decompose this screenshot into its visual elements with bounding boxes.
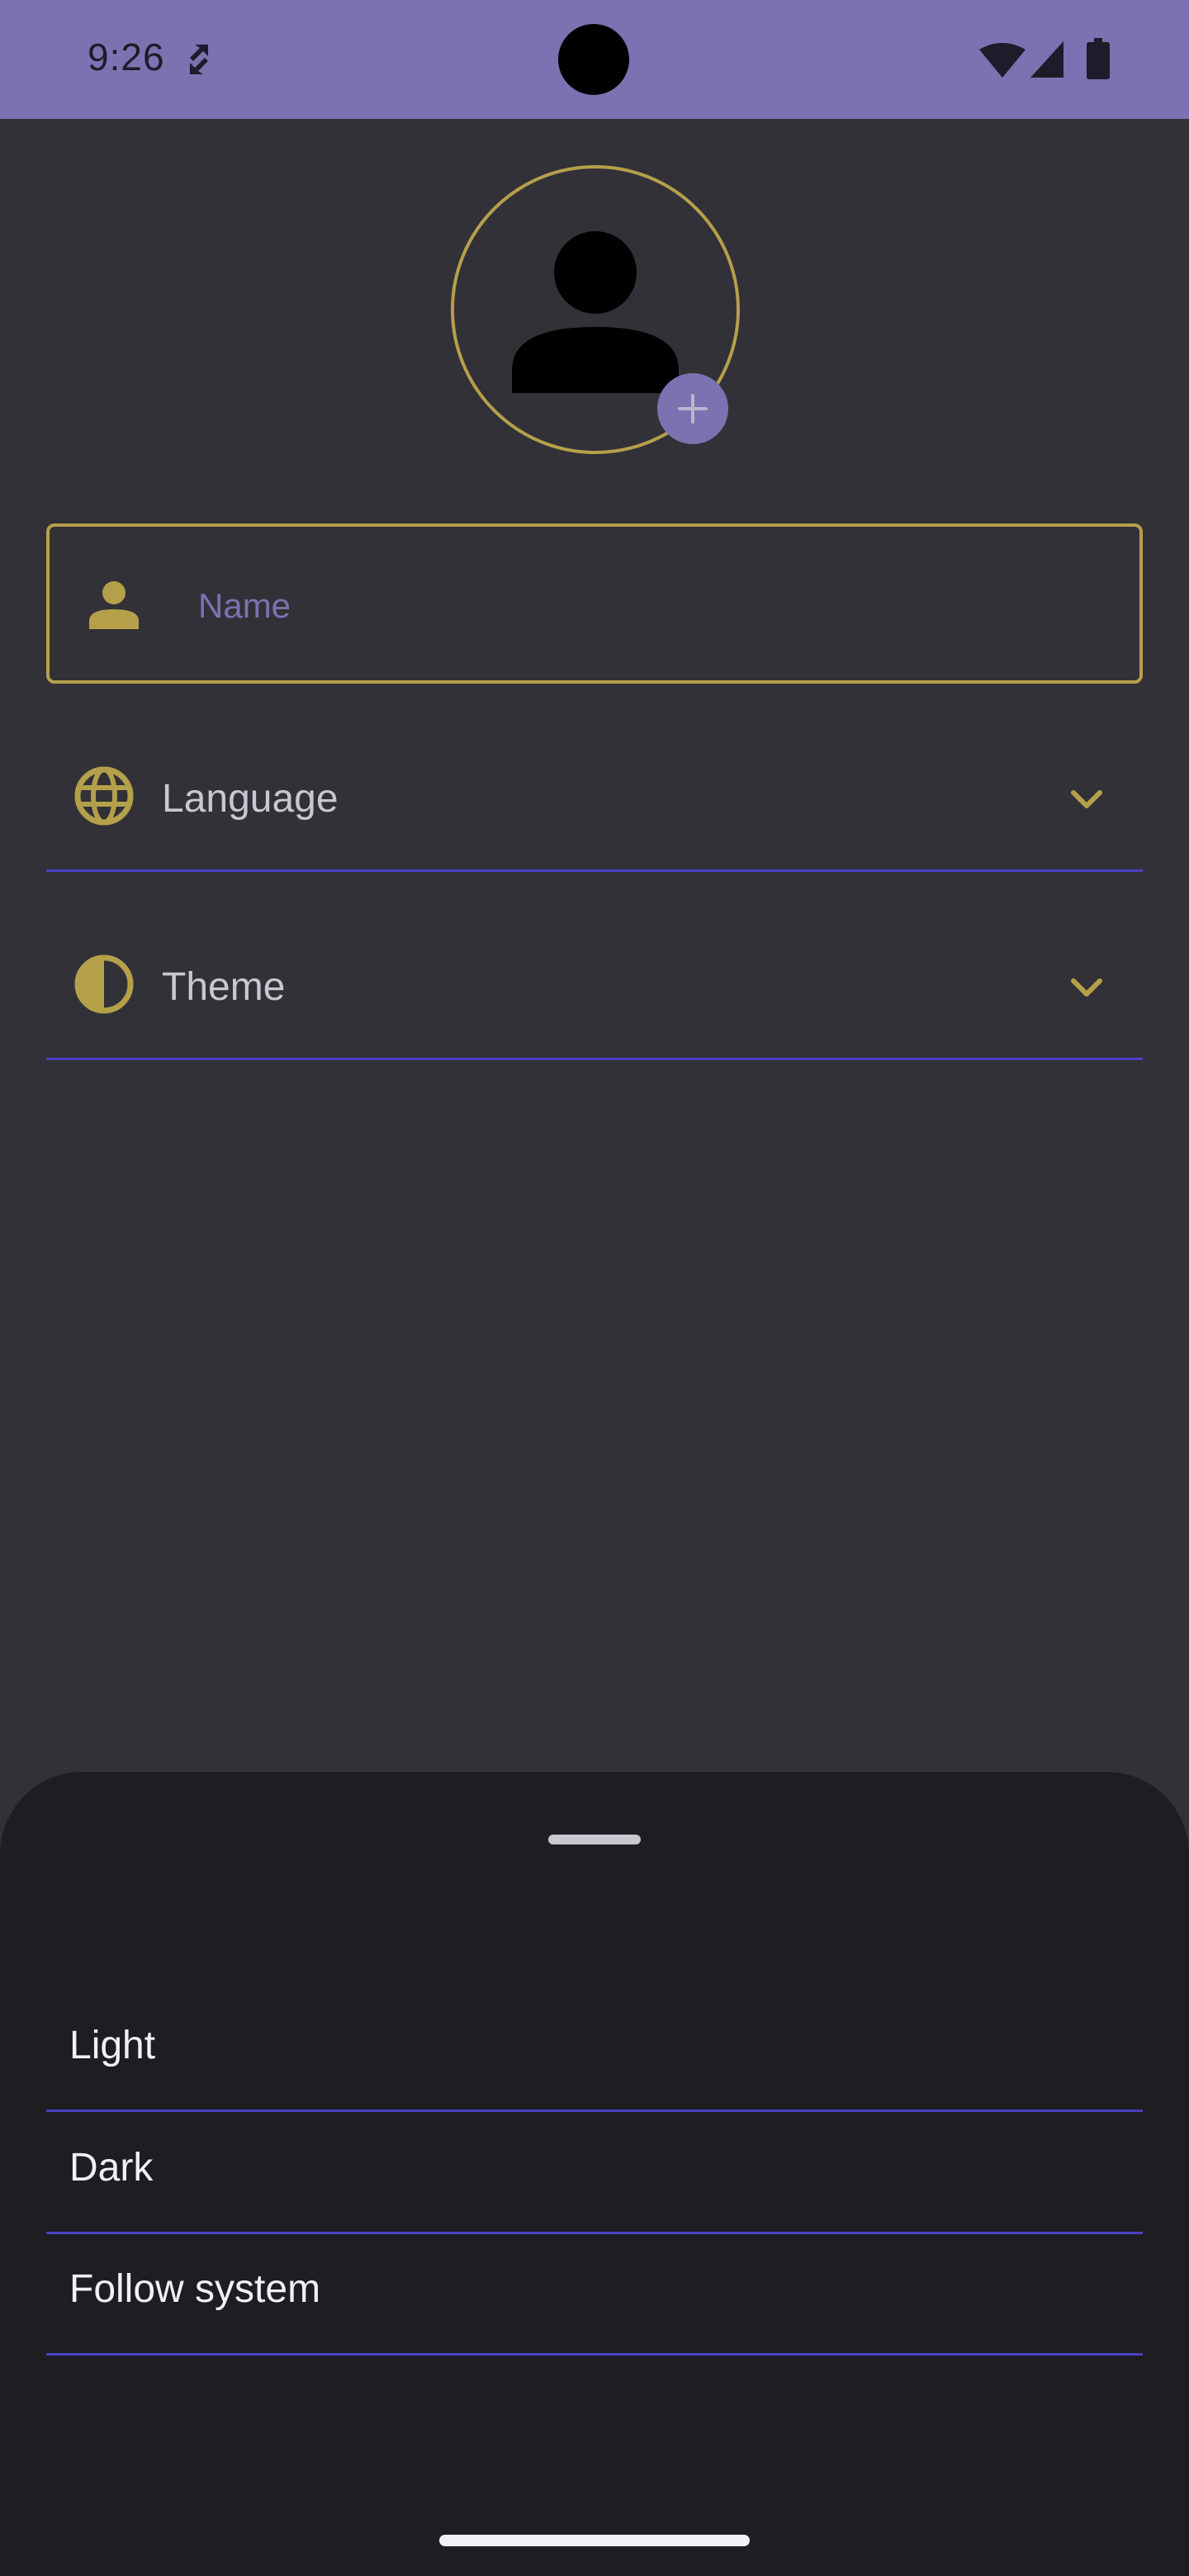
name-field[interactable]: Name xyxy=(46,523,1143,684)
status-time: 9:26 xyxy=(88,36,165,78)
theme-bottom-sheet: Light Dark Follow system xyxy=(0,1772,1189,2576)
status-bar: 9:26 xyxy=(0,0,1189,119)
wifi-icon xyxy=(979,43,1026,78)
chevron-down-icon xyxy=(1071,790,1102,808)
settings-screen: 9:26 Name Language Theme Light Dark Foll… xyxy=(0,0,1189,2576)
theme-option-follow-system[interactable]: Follow system xyxy=(46,2233,1143,2356)
drag-handle[interactable] xyxy=(548,1835,641,1844)
theme-option-label: Follow system xyxy=(69,2267,321,2311)
theme-dropdown[interactable]: Theme xyxy=(46,912,1143,1060)
gesture-navigation-bar[interactable] xyxy=(439,2535,750,2546)
theme-option-label: Light xyxy=(69,2024,156,2067)
theme-option-dark[interactable]: Dark xyxy=(46,2112,1143,2234)
sync-icon xyxy=(190,45,208,74)
camera-cutout xyxy=(558,24,629,95)
signal-icon xyxy=(1030,41,1063,78)
globe-icon xyxy=(74,766,134,826)
language-label: Language xyxy=(162,777,339,821)
theme-option-label: Dark xyxy=(69,2146,154,2190)
plus-icon xyxy=(678,394,708,424)
theme-option-light[interactable]: Light xyxy=(46,1990,1143,2112)
language-dropdown[interactable]: Language xyxy=(46,723,1143,872)
chevron-down-icon xyxy=(1071,978,1102,997)
battery-icon xyxy=(1087,38,1110,79)
person-icon xyxy=(512,231,679,393)
add-photo-button[interactable] xyxy=(657,373,728,444)
theme-label: Theme xyxy=(162,965,286,1009)
person-icon xyxy=(89,581,139,629)
contrast-icon xyxy=(74,954,134,1014)
name-field-label: Name xyxy=(198,586,291,625)
